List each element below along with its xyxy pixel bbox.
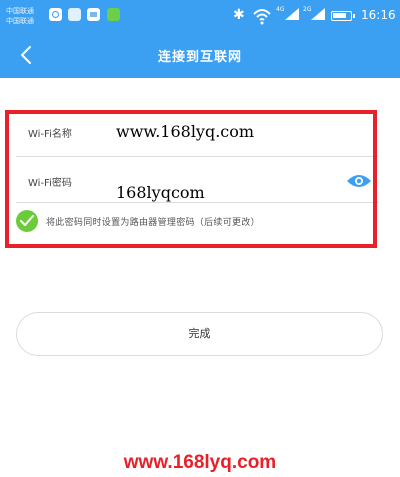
status-time: 16:16 [361,8,396,22]
bluetooth-icon: ✱ [233,7,245,23]
password-row: Wi-Fi密码 [16,157,378,206]
wifi-signal-icon [253,9,271,25]
check-mark-icon [20,215,34,226]
ssid-input[interactable] [116,117,356,145]
checkbox-checked-icon[interactable] [16,210,38,232]
done-button[interactable]: 完成 [16,312,383,356]
image-notification-icon [68,8,81,21]
sync-admin-password-option: 将此密码同时设置为路由器管理密码（后续可更改） [16,206,378,238]
wifi-form: Wi-Fi名称 Wi-Fi密码 将此密码同时设置为路由器管理密码（后续可更改） [16,111,378,245]
cellular-signal-icon [285,8,299,20]
cellular-signal-icon-2 [311,8,325,20]
eye-icon [347,175,371,187]
wechat-notification-icon [107,8,120,21]
nav-bar: 连接到互联网 [0,32,400,78]
carrier-name-2: 中国联通 [6,17,34,25]
battery-level [333,13,346,18]
photo-notification-icon [87,8,100,21]
ssid-label: Wi-Fi名称 [28,129,72,140]
password-input[interactable] [116,178,336,206]
battery-icon [331,11,355,21]
watermark-text: www.168lyq.com [123,452,277,473]
app-notification-icon [49,8,62,21]
carrier-name-1: 中国联通 [6,7,34,15]
show-password-button[interactable] [346,173,372,189]
status-bar: 中国联通 中国联通 ✱ 4G 2G 16:16 [0,0,400,32]
page-title: 连接到互联网 [157,50,242,65]
sync-admin-password-text: 将此密码同时设置为路由器管理密码（后续可更改） [46,218,260,228]
network-type-1: 4G [276,6,285,13]
password-label: Wi-Fi密码 [28,178,72,189]
ssid-row: Wi-Fi名称 [16,111,378,157]
